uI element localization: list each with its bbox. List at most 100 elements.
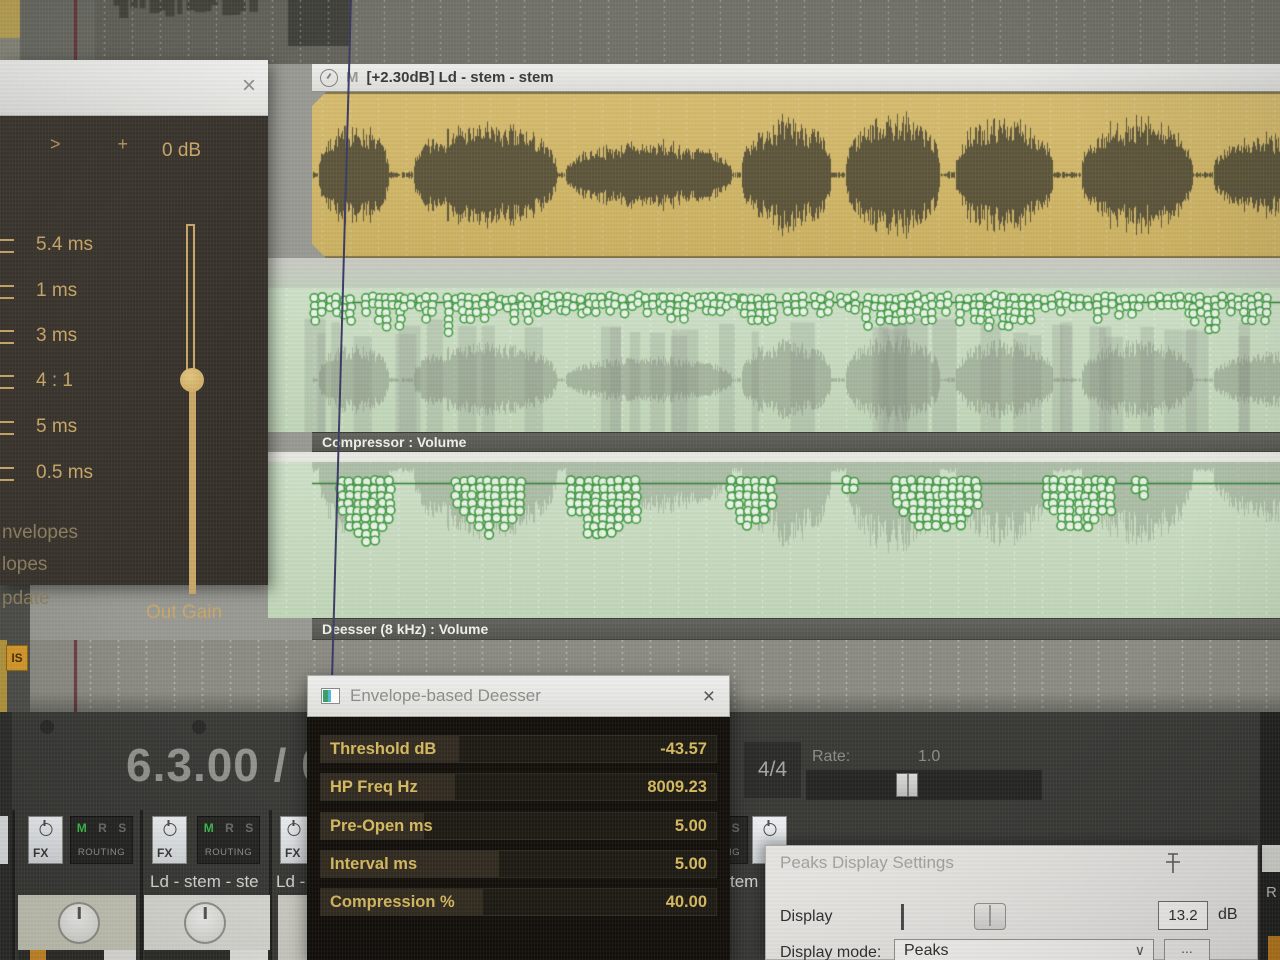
display-slider-handle[interactable]: [974, 903, 1006, 930]
transport-button[interactable]: [40, 720, 54, 734]
record-arm-button[interactable]: R: [225, 821, 234, 835]
out-gain-label: Out Gain: [146, 602, 223, 623]
chevron-down-icon: ∨: [1134, 942, 1145, 958]
close-icon[interactable]: ×: [703, 685, 715, 709]
param-row[interactable]: 5.4 ms: [0, 234, 130, 256]
pan-knob[interactable]: [184, 902, 226, 944]
power-icon[interactable]: [163, 820, 176, 836]
fader-marker[interactable]: [30, 950, 46, 960]
slider-icon: [0, 467, 14, 481]
mixer-track-name[interactable]: tem: [730, 872, 758, 892]
param-label: HP Freq Hz: [330, 778, 418, 796]
solo-button[interactable]: S: [732, 821, 740, 835]
rate-slider[interactable]: [806, 770, 1042, 800]
item-timebase-clock-icon: [320, 68, 338, 87]
right-edge-strip: R: [1260, 712, 1280, 960]
track-badge: IS: [6, 645, 28, 671]
param-value: 4 : 1: [36, 370, 73, 391]
solo-button[interactable]: S: [245, 821, 253, 835]
param-value: 0.5 ms: [36, 462, 94, 483]
param-value: 5.4 ms: [36, 234, 94, 255]
slider-icon: [0, 239, 14, 253]
fx-button[interactable]: FX: [28, 816, 63, 864]
pan-knob[interactable]: [58, 902, 100, 944]
fx-label: FX: [157, 846, 173, 860]
routing-button[interactable]: ROUTING: [198, 847, 259, 858]
mute-button[interactable]: M: [204, 821, 214, 835]
param-row[interactable]: 1 ms: [0, 280, 130, 302]
param-value: 1 ms: [36, 280, 78, 301]
param-value: 5.00: [674, 817, 707, 835]
power-icon[interactable]: [39, 820, 52, 836]
clipped-label[interactable]: lopes: [2, 554, 47, 576]
out-gain-slider-track[interactable]: [186, 224, 195, 384]
param-slider[interactable]: Compression % 40.00: [320, 888, 717, 916]
fader-marker: [1268, 936, 1280, 960]
slider-icon: [0, 421, 14, 435]
deesser-envelope-lane[interactable]: [268, 462, 1280, 618]
deesser-envelope-label-bar[interactable]: Deesser (8 kHz) : Volume: [312, 618, 1280, 640]
power-icon[interactable]: [763, 820, 776, 836]
rate-slider-handle[interactable]: [896, 773, 918, 797]
audio-item-waveform[interactable]: [312, 92, 1280, 258]
param-slider[interactable]: Threshold dB -43.57: [320, 735, 717, 763]
solo-button[interactable]: S: [118, 821, 126, 835]
clipped-label[interactable]: pdate: [2, 588, 50, 610]
more-options-button[interactable]: ...: [1164, 939, 1210, 960]
plugin-window-icon: [321, 688, 340, 704]
waveform-canvas: [312, 92, 1280, 258]
fx-button[interactable]: [0, 816, 8, 864]
out-gain-slider-knob[interactable]: [180, 368, 204, 392]
out-gain-header: 0 dB: [162, 140, 202, 161]
param-value: 3 ms: [36, 325, 78, 346]
deesser-window-titlebar[interactable]: Envelope-based Deesser ×: [307, 675, 730, 717]
pin-icon[interactable]: [1161, 850, 1185, 876]
routing-partial-label: R: [1266, 884, 1277, 901]
compressor-window-titlebar[interactable]: ×: [0, 60, 268, 116]
mixer-track-name[interactable]: Ld - stem - ste: [150, 872, 259, 892]
compressor-envelope-label-bar[interactable]: Compressor : Volume: [312, 432, 1280, 452]
item-label: [+2.30dB] Ld - stem - stem: [366, 69, 554, 86]
record-arm-button[interactable]: R: [98, 821, 107, 835]
param-row[interactable]: 0.5 ms: [0, 462, 130, 484]
close-icon[interactable]: ×: [242, 74, 256, 98]
param-value: 5 ms: [36, 416, 78, 437]
param-value: 5.00: [674, 855, 707, 873]
timeline-top-strip[interactable]: [0, 0, 1280, 64]
peaks-window-title: Peaks Display Settings: [780, 853, 954, 872]
fx-button[interactable]: FX: [280, 816, 308, 864]
routing-button[interactable]: ROUTING: [71, 847, 132, 858]
display-mode-label: Display mode:: [780, 944, 882, 960]
power-icon[interactable]: [287, 820, 301, 836]
media-item-header[interactable]: M [+2.30dB] Ld - stem - stem: [312, 64, 1280, 92]
db-unit-label: dB: [1218, 906, 1238, 923]
compressor-envelope-label: Compressor : Volume: [322, 434, 467, 450]
param-slider[interactable]: Pre-Open ms 5.00: [320, 812, 717, 840]
value-box[interactable]: [230, 950, 268, 960]
param-value: -43.57: [660, 740, 707, 758]
display-value-input[interactable]: 13.2: [1158, 901, 1208, 930]
fx-button[interactable]: [1262, 845, 1280, 872]
clipped-label[interactable]: nvelopes: [2, 522, 78, 544]
value-box[interactable]: [104, 950, 136, 960]
param-value: 40.00: [665, 893, 707, 911]
fx-button[interactable]: FX: [152, 816, 187, 864]
display-mode-dropdown[interactable]: Peaks ∨: [894, 939, 1154, 960]
param-row[interactable]: 4 : 1: [0, 370, 130, 392]
compressor-envelope-lane[interactable]: [268, 288, 1280, 432]
display-label: Display: [780, 908, 833, 925]
out-gain-slider-fill: [189, 382, 196, 594]
routing-block[interactable]: M R S ROUTING: [197, 816, 260, 864]
param-slider[interactable]: HP Freq Hz 8009.23: [320, 773, 717, 801]
time-signature[interactable]: 4/4: [744, 742, 801, 798]
transport-button[interactable]: [192, 720, 206, 734]
routing-block[interactable]: M R S ROUTING: [70, 816, 133, 864]
track-divider: [268, 258, 1280, 288]
mute-button[interactable]: M: [77, 821, 87, 835]
param-row[interactable]: 5 ms: [0, 416, 130, 438]
param-slider[interactable]: Interval ms 5.00: [320, 850, 717, 878]
param-row[interactable]: 3 ms: [0, 325, 130, 347]
param-label: Compression %: [330, 893, 455, 911]
mixer-track-name[interactable]: Ld -: [276, 872, 305, 892]
preset-menu-hint[interactable]: > +: [50, 134, 154, 155]
